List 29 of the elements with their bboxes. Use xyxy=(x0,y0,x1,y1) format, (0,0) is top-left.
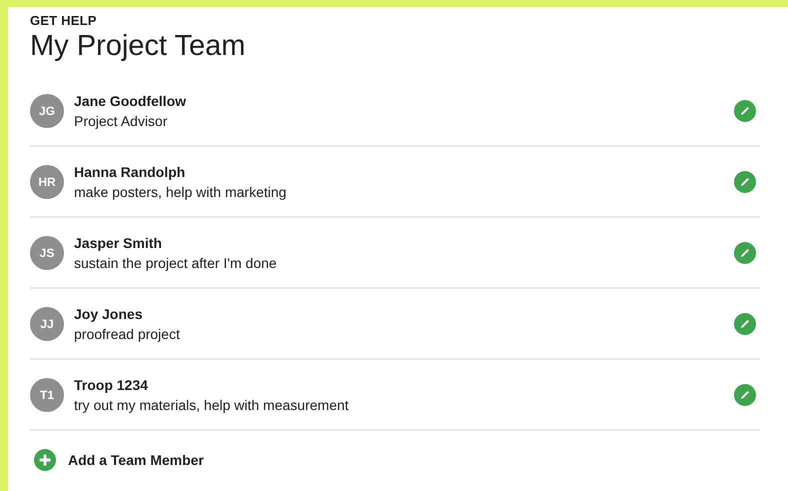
avatar: T1 xyxy=(30,378,64,412)
member-role: sustain the project after I'm done xyxy=(74,254,277,272)
page-title: My Project Team xyxy=(30,29,246,63)
section-label: GET HELP xyxy=(30,13,98,29)
member-name: Joy Jones xyxy=(74,304,144,324)
member-role: make posters, help with marketing xyxy=(74,182,286,202)
avatar: JJ xyxy=(30,306,64,340)
edit-icon xyxy=(734,312,756,334)
edit-icon xyxy=(734,100,756,122)
member-role: proofread project xyxy=(74,324,180,344)
avatar: JS xyxy=(30,236,64,270)
member-name: Jasper Smith xyxy=(74,234,163,252)
member-role: Project Advisor xyxy=(74,112,168,130)
member-role: try out my materials, help with measurement xyxy=(74,396,349,414)
edit-icon xyxy=(734,242,756,264)
avatar: JG xyxy=(30,94,64,128)
avatar: HR xyxy=(30,164,64,198)
plus-icon xyxy=(34,449,56,471)
edit-button[interactable] xyxy=(734,100,756,122)
edit-button[interactable] xyxy=(734,170,756,192)
edit-button[interactable] xyxy=(734,242,756,264)
member-name: Jane Goodfellow xyxy=(74,92,186,110)
member-name: Troop 1234 xyxy=(74,376,149,394)
edit-icon xyxy=(734,384,756,406)
member-name: Hanna Randolph xyxy=(74,162,186,182)
edit-button[interactable] xyxy=(734,312,756,334)
edit-button[interactable] xyxy=(734,384,756,406)
edit-icon xyxy=(734,170,756,192)
add-member-button[interactable]: Add a Team Member xyxy=(34,449,204,471)
